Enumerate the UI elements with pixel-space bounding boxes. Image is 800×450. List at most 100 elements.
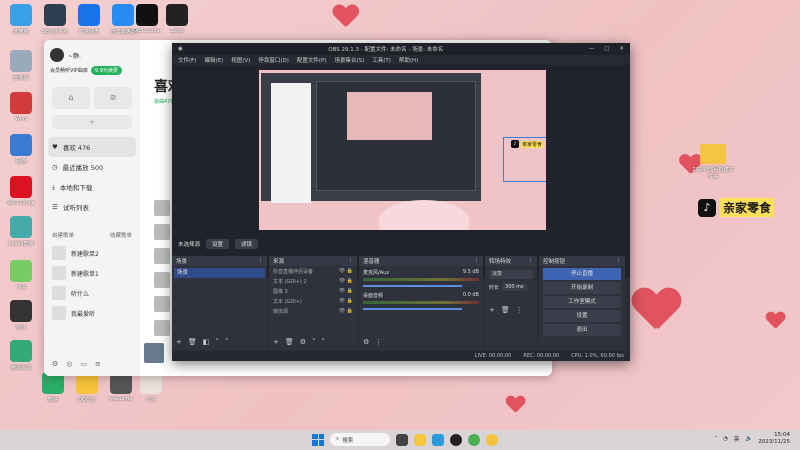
menu-item[interactable]: 帮助(H) bbox=[399, 56, 418, 64]
edge-icon[interactable] bbox=[432, 433, 444, 446]
wifi-icon[interactable]: ◔ bbox=[723, 436, 728, 442]
playlist-item[interactable]: 我最爱听 bbox=[44, 303, 140, 323]
control-button[interactable]: 停止直播 bbox=[543, 268, 621, 280]
music-taskbar-icon[interactable] bbox=[486, 433, 498, 446]
now-playing-cover[interactable] bbox=[144, 343, 164, 363]
desktop-icon[interactable]: 夸克网盘 bbox=[72, 4, 106, 35]
add-tile-button[interactable]: + bbox=[52, 115, 132, 129]
add-source-icon[interactable]: + bbox=[273, 338, 279, 346]
source-settings-button[interactable]: 设置 bbox=[206, 239, 230, 249]
obs-taskbar-icon[interactable] bbox=[450, 433, 462, 446]
visibility-lock-icon[interactable]: 👁 🔒 bbox=[339, 298, 353, 304]
menu-item[interactable]: 编辑(E) bbox=[204, 56, 223, 64]
advanced-audio-icon[interactable]: ⚙ bbox=[363, 338, 369, 346]
control-button[interactable]: 开始录制 bbox=[543, 282, 621, 294]
desktop-icon[interactable]: 网络 bbox=[4, 134, 38, 165]
dock-menu-icon[interactable]: ⋮ bbox=[528, 258, 534, 264]
menu-item[interactable]: 配置文件(P) bbox=[297, 56, 327, 64]
device-icon[interactable]: ▭ bbox=[80, 360, 87, 368]
dock-menu-icon[interactable]: ⋮ bbox=[258, 258, 264, 264]
taskbar-search[interactable]: ⌕ 搜索 bbox=[330, 433, 390, 446]
user-profile[interactable]: ~静. bbox=[44, 40, 140, 64]
visibility-lock-icon[interactable]: 👁 🔒 bbox=[339, 308, 353, 314]
control-button[interactable]: 退出 bbox=[543, 324, 621, 336]
vip-renew-button[interactable]: 9.9元续费 bbox=[90, 66, 122, 75]
desktop-icon[interactable]: 5E对战平台 bbox=[38, 4, 72, 35]
move-down-icon[interactable]: ˅ bbox=[225, 338, 229, 346]
source-item[interactable]: 抖音直播伴侣设备 👁 🔒 bbox=[269, 266, 357, 276]
fav-playlists-label[interactable]: 收藏歌单 bbox=[110, 231, 132, 239]
source-filters-button[interactable]: 滤镜 bbox=[235, 239, 259, 249]
menu-item[interactable]: 视图(V) bbox=[231, 56, 250, 64]
preview-canvas[interactable]: ♪ 亲家零食 bbox=[259, 70, 546, 230]
move-up-icon[interactable]: ˄ bbox=[312, 338, 316, 346]
taskview-icon[interactable] bbox=[396, 433, 408, 446]
close-icon[interactable]: ✕ bbox=[619, 46, 624, 52]
volume-slider[interactable] bbox=[363, 285, 462, 287]
desktop-icon[interactable]: QQ音乐 bbox=[70, 372, 104, 403]
scene-item[interactable]: 场景 bbox=[174, 268, 265, 278]
remove-transition-icon[interactable]: 🗑 bbox=[501, 306, 510, 314]
control-button[interactable]: 工作室模式 bbox=[543, 296, 621, 308]
desktop-icon[interactable]: Wi-Fi bbox=[4, 92, 38, 122]
desktop-icon[interactable]: WeGame bbox=[104, 372, 138, 402]
filter-icon[interactable]: ◧ bbox=[203, 338, 210, 346]
visibility-lock-icon[interactable]: 👁 🔒 bbox=[339, 278, 353, 284]
source-item[interactable]: 图像 3 👁 🔒 bbox=[269, 286, 357, 296]
playlist-item[interactable]: 听什么 bbox=[44, 283, 140, 303]
mixer-menu-icon[interactable]: ⋮ bbox=[375, 338, 382, 346]
desktop-icon[interactable]: 微信 bbox=[36, 372, 70, 403]
desktop-icon[interactable]: 此电脑 bbox=[4, 4, 38, 35]
volume-icon[interactable]: 🔈 bbox=[745, 436, 752, 442]
move-down-icon[interactable]: ˅ bbox=[322, 338, 326, 346]
source-item[interactable]: 文本 (GDI+) 2 👁 🔒 bbox=[269, 276, 357, 286]
add-transition-icon[interactable]: + bbox=[489, 306, 495, 314]
more-icon[interactable]: ≡ bbox=[95, 360, 101, 368]
gear-icon[interactable]: ⚙ bbox=[300, 338, 306, 346]
playlist-item[interactable]: 新建歌单1 bbox=[44, 263, 140, 283]
playlist-item[interactable]: 新建歌单2 bbox=[44, 243, 140, 263]
desktop-icon[interactable]: OBS Studio bbox=[130, 4, 164, 34]
visibility-lock-icon[interactable]: 👁 🔒 bbox=[339, 268, 353, 274]
user-name[interactable]: ~静. bbox=[68, 51, 81, 60]
maximize-icon[interactable]: □ bbox=[604, 46, 609, 52]
desktop-icon[interactable]: 腾讯会议 bbox=[4, 340, 38, 371]
dock-menu-icon[interactable]: ⋮ bbox=[474, 258, 480, 264]
skin-icon[interactable]: ◎ bbox=[66, 360, 72, 368]
desktop-icon[interactable]: WPS Office bbox=[4, 176, 38, 206]
more-icon[interactable]: ⋮ bbox=[516, 306, 523, 314]
sidebar-item-list[interactable]: ☰ 试听列表 bbox=[44, 197, 140, 217]
source-item[interactable]: 文本 (GDI+) 👁 🔒 bbox=[269, 296, 357, 306]
desktop-icon[interactable]: bilibili直播 bbox=[4, 216, 38, 247]
volume-slider[interactable] bbox=[363, 308, 462, 310]
folder-icon[interactable] bbox=[700, 144, 726, 164]
sidebar-item-download[interactable]: ⤓ 本地和下载 bbox=[44, 177, 140, 197]
add-scene-icon[interactable]: + bbox=[176, 338, 182, 346]
discover-tile[interactable]: ⊘ bbox=[94, 87, 132, 109]
menu-item[interactable]: 工具(T) bbox=[372, 56, 391, 64]
settings-icon[interactable]: ⚙ bbox=[52, 360, 58, 368]
duration-input[interactable]: 300 ms bbox=[502, 283, 527, 291]
desktop-icon[interactable]: 地址 bbox=[4, 300, 38, 331]
clock[interactable]: 15:04 2023/11/25 bbox=[758, 432, 790, 446]
desktop-icon[interactable]: 文件 bbox=[134, 372, 168, 403]
menu-item[interactable]: 场景集合(S) bbox=[334, 56, 364, 64]
start-button[interactable] bbox=[312, 433, 324, 446]
chrome-icon[interactable] bbox=[468, 433, 480, 446]
remove-scene-icon[interactable]: 🗑 bbox=[188, 338, 197, 346]
tray-chevron-icon[interactable]: ˄ bbox=[714, 436, 717, 442]
control-button[interactable]: 设置 bbox=[543, 310, 621, 322]
sidebar-item-heart[interactable]: ♥ 喜欢 476 bbox=[48, 137, 136, 157]
source-item[interactable]: 媒体源 👁 🔒 bbox=[269, 306, 357, 316]
home-tile[interactable]: ⌂ bbox=[52, 87, 90, 109]
language-indicator[interactable]: 英 bbox=[734, 435, 740, 443]
sidebar-item-clock[interactable]: ◷ 最近播放 500 bbox=[44, 157, 140, 177]
desktop-icon[interactable]: 飞书 bbox=[4, 260, 38, 291]
visibility-lock-icon[interactable]: 👁 🔒 bbox=[339, 288, 353, 294]
explorer-icon[interactable] bbox=[414, 433, 426, 446]
my-playlists-label[interactable]: 自建歌单 bbox=[52, 231, 74, 239]
dock-menu-icon[interactable]: ⋮ bbox=[348, 258, 354, 264]
move-up-icon[interactable]: ˄ bbox=[215, 338, 219, 346]
desktop-icon[interactable]: 回收站 bbox=[4, 50, 38, 81]
avatar[interactable] bbox=[50, 48, 64, 62]
